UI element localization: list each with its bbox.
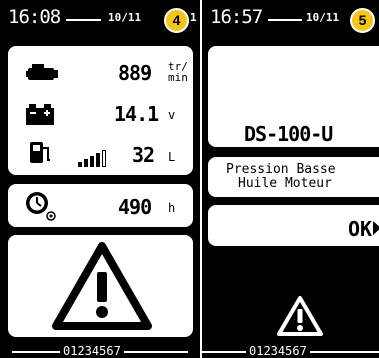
engine-speed-row: 889 tr/ min [8, 52, 193, 92]
display-screen-2: 16:57 10/11 5 DS-100-U Pression Basse Hu… [200, 0, 379, 358]
clock-time: 16:57 [210, 6, 263, 28]
engine-data-panel: 889 tr/ min 14.1 v 32 L [6, 44, 195, 177]
hour-meter-unit: h [168, 201, 176, 215]
engine-icon [26, 64, 58, 80]
display-screen-1: 16:08 10/11 1 4 889 tr/ min 14.1 v 32 L … [0, 0, 200, 358]
model-panel: DS-100-U [206, 44, 379, 149]
model-name: DS-100-U [244, 122, 333, 146]
hour-meter-value: 490 [118, 195, 152, 219]
engine-speed-unit-bottom: min [168, 71, 188, 84]
date-trailing: 1 [190, 11, 197, 24]
fuel-level-row: 32 L [8, 136, 193, 176]
hour-meter-panel: 490 h [6, 182, 195, 229]
header-divider [66, 19, 101, 21]
date-label: 10/11 [306, 11, 340, 24]
serial-number: 01234567 [60, 344, 124, 358]
fuel-level-value: 32 [132, 143, 155, 167]
alarm-panel [6, 233, 195, 339]
engine-speed-value: 889 [118, 61, 152, 85]
fuel-level-bars [78, 150, 106, 167]
battery-voltage-unit: v [168, 108, 176, 122]
alarm-message-line-2: Huile Moteur [238, 176, 332, 191]
step-number-badge: 5 [350, 8, 375, 33]
clock-time: 16:08 [8, 6, 61, 28]
battery-voltage-value: 14.1 [114, 102, 159, 126]
arrow-right-icon [373, 221, 379, 235]
serial-number: 01234567 [246, 344, 310, 358]
warning-triangle-icon [52, 242, 152, 330]
hour-meter-icon [26, 192, 56, 221]
alarm-message-line-1: Pression Basse [226, 162, 336, 177]
alarm-message-panel: Pression Basse Huile Moteur [206, 155, 379, 199]
alarm-bar [206, 294, 379, 338]
step-number-badge: 4 [164, 8, 189, 33]
date-label: 10/11 [108, 11, 142, 24]
battery-voltage-row: 14.1 v [8, 96, 193, 136]
fuel-icon [30, 142, 50, 163]
ok-button-label: OK [348, 217, 373, 241]
ok-button[interactable]: OK [206, 203, 379, 248]
battery-icon [26, 104, 54, 125]
warning-triangle-icon [277, 296, 323, 336]
fuel-level-unit: L [168, 150, 176, 164]
header-divider [268, 19, 302, 21]
